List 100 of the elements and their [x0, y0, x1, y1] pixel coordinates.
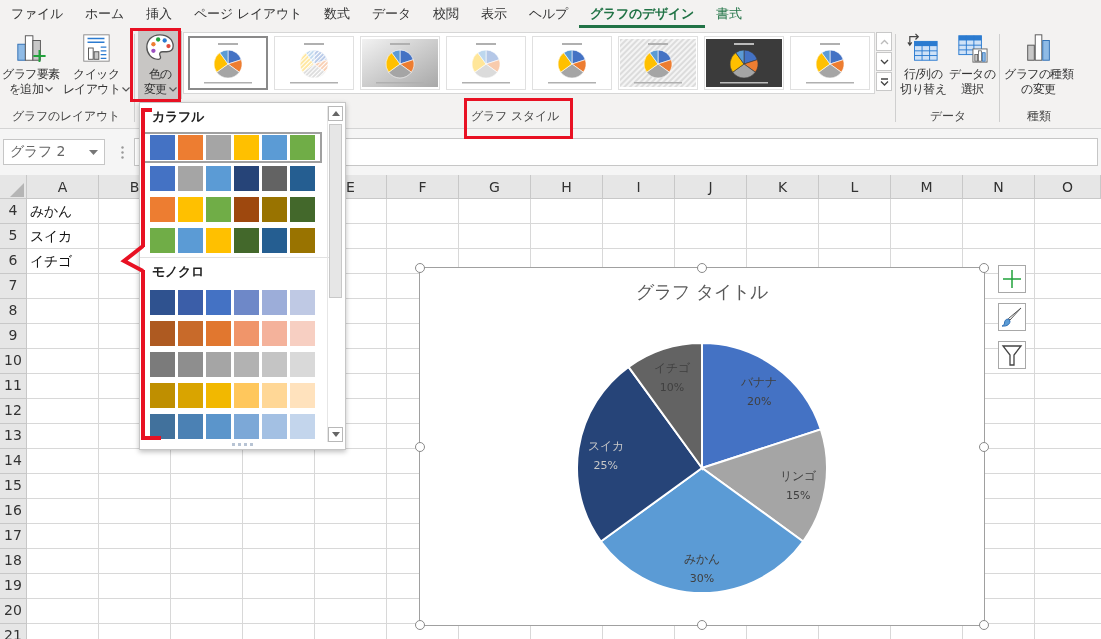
column-header[interactable]: F: [387, 175, 459, 198]
more-button[interactable]: [876, 72, 892, 91]
row-header[interactable]: 15: [0, 474, 27, 499]
row-header[interactable]: 17: [0, 524, 27, 549]
table-cell-text: スイカ: [29, 227, 73, 246]
scrollbar-thumb[interactable]: [329, 124, 342, 298]
row-header[interactable]: 20: [0, 599, 27, 624]
resize-handle[interactable]: [697, 263, 707, 273]
category-label: みかん: [684, 551, 720, 566]
color-palette-option[interactable]: [143, 132, 322, 163]
row-header[interactable]: 4: [0, 199, 27, 224]
row-header[interactable]: 6: [0, 249, 27, 274]
ribbon-button[interactable]: クイック レイアウト: [61, 31, 131, 99]
menu-heading: モノクロ: [152, 263, 204, 281]
row-header[interactable]: 9: [0, 324, 27, 349]
chevron-down-icon: [879, 58, 889, 65]
ribbon-tab[interactable]: 表示: [470, 0, 519, 28]
column-header[interactable]: J: [675, 175, 747, 198]
category-label: バナナ: [741, 375, 778, 390]
group-label: データ: [929, 108, 966, 125]
pie-chart-icon: [706, 39, 782, 87]
pie-slice[interactable]: [701, 428, 828, 543]
percent-label: 30%: [689, 571, 715, 585]
resize-grip-icon[interactable]: [232, 443, 254, 446]
row-header[interactable]: 14: [0, 449, 27, 474]
ribbon-tab[interactable]: ページ レイアウト: [183, 0, 314, 28]
group-label: 種類: [1026, 108, 1051, 125]
scroll-up-button[interactable]: [328, 106, 343, 121]
resize-handle[interactable]: [979, 620, 989, 630]
row-header[interactable]: 11: [0, 374, 27, 399]
chart-elements-button[interactable]: [998, 265, 1026, 293]
funnel-icon: [1001, 344, 1023, 366]
caret-icon: [122, 87, 130, 92]
ribbon-tab[interactable]: グラフのデザイン: [579, 0, 706, 28]
ribbon-button[interactable]: グラフの種類 の変更: [1003, 31, 1074, 99]
ribbon-tab[interactable]: ホーム: [74, 0, 135, 28]
chart-title: グラフ タイトル: [636, 281, 768, 302]
percent-label: 15%: [786, 489, 811, 503]
column-header[interactable]: K: [747, 175, 819, 198]
pie-chart-icon: [362, 39, 438, 87]
resize-handle[interactable]: [697, 620, 707, 630]
caret-icon: [45, 87, 53, 92]
scrollbar[interactable]: [327, 106, 343, 442]
name-box-value: グラフ 2: [10, 143, 66, 161]
menu-heading: カラフル: [152, 108, 204, 126]
layout-icon: [80, 32, 113, 64]
row-header[interactable]: 5: [0, 224, 27, 249]
row-header[interactable]: 18: [0, 549, 27, 574]
change-colors-button[interactable]: 色の 変更: [138, 31, 182, 99]
ribbon-tab[interactable]: 数式: [313, 0, 362, 28]
caret-icon: [168, 87, 177, 92]
triangle-up-icon: [331, 111, 340, 116]
ribbon-button[interactable]: グラフ要素 を追加: [1, 31, 61, 99]
ribbon-tab[interactable]: ファイル: [0, 0, 74, 28]
column-header[interactable]: A: [27, 175, 99, 198]
pie-chart-icon: [620, 39, 696, 87]
column-header[interactable]: M: [891, 175, 963, 198]
table-chart-icon: [956, 32, 988, 64]
column-header[interactable]: H: [531, 175, 603, 198]
chart-plus-icon: [14, 32, 47, 64]
scroll-down-button[interactable]: [328, 427, 343, 442]
chart-style-thumbnail[interactable]: [188, 36, 268, 90]
column-header[interactable]: L: [819, 175, 891, 198]
resize-handle[interactable]: [415, 620, 425, 630]
row-header[interactable]: 16: [0, 499, 27, 524]
resize-handle[interactable]: [415, 441, 425, 452]
row-header[interactable]: 7: [0, 274, 27, 299]
ribbon-tab[interactable]: 書式: [705, 0, 754, 28]
chart-filters-button[interactable]: [998, 341, 1026, 369]
row-header[interactable]: 19: [0, 574, 27, 599]
resize-handle[interactable]: [415, 263, 425, 273]
row-header[interactable]: 8: [0, 299, 27, 324]
ribbon-tab[interactable]: ヘルプ: [518, 0, 580, 28]
row-header[interactable]: 12: [0, 399, 27, 424]
column-header[interactable]: I: [603, 175, 675, 198]
ribbon-button[interactable]: 行/列の 切り替え: [899, 31, 947, 99]
row-header[interactable]: 10: [0, 349, 27, 374]
name-box[interactable]: グラフ 2: [3, 139, 105, 165]
plus-icon: [1002, 269, 1022, 289]
resize-handle[interactable]: [979, 263, 989, 273]
column-header[interactable]: G: [459, 175, 531, 198]
chevron-up-icon: [879, 38, 889, 45]
column-header[interactable]: N: [963, 175, 1035, 198]
ribbon-tab[interactable]: データ: [361, 0, 423, 28]
dropdown-arrow-icon: [89, 149, 98, 155]
category-label: スイカ: [587, 438, 624, 453]
table-cell-text: みかん: [29, 202, 73, 221]
ribbon-button[interactable]: データの 選択: [948, 31, 996, 99]
chart-styles-button[interactable]: [998, 303, 1026, 331]
column-header[interactable]: O: [1035, 175, 1101, 198]
resize-handle[interactable]: [979, 441, 989, 452]
pie-slice[interactable]: [701, 342, 822, 469]
ribbon-tab[interactable]: 校閲: [422, 0, 471, 28]
expand-icon: [879, 77, 889, 86]
brush-icon: [1001, 306, 1023, 328]
ribbon-tab[interactable]: 挿入: [135, 0, 183, 28]
scroll-down-button[interactable]: [876, 52, 892, 71]
row-header[interactable]: 13: [0, 424, 27, 449]
pie-slice[interactable]: [627, 342, 703, 469]
more-options-icon[interactable]: [121, 145, 124, 159]
